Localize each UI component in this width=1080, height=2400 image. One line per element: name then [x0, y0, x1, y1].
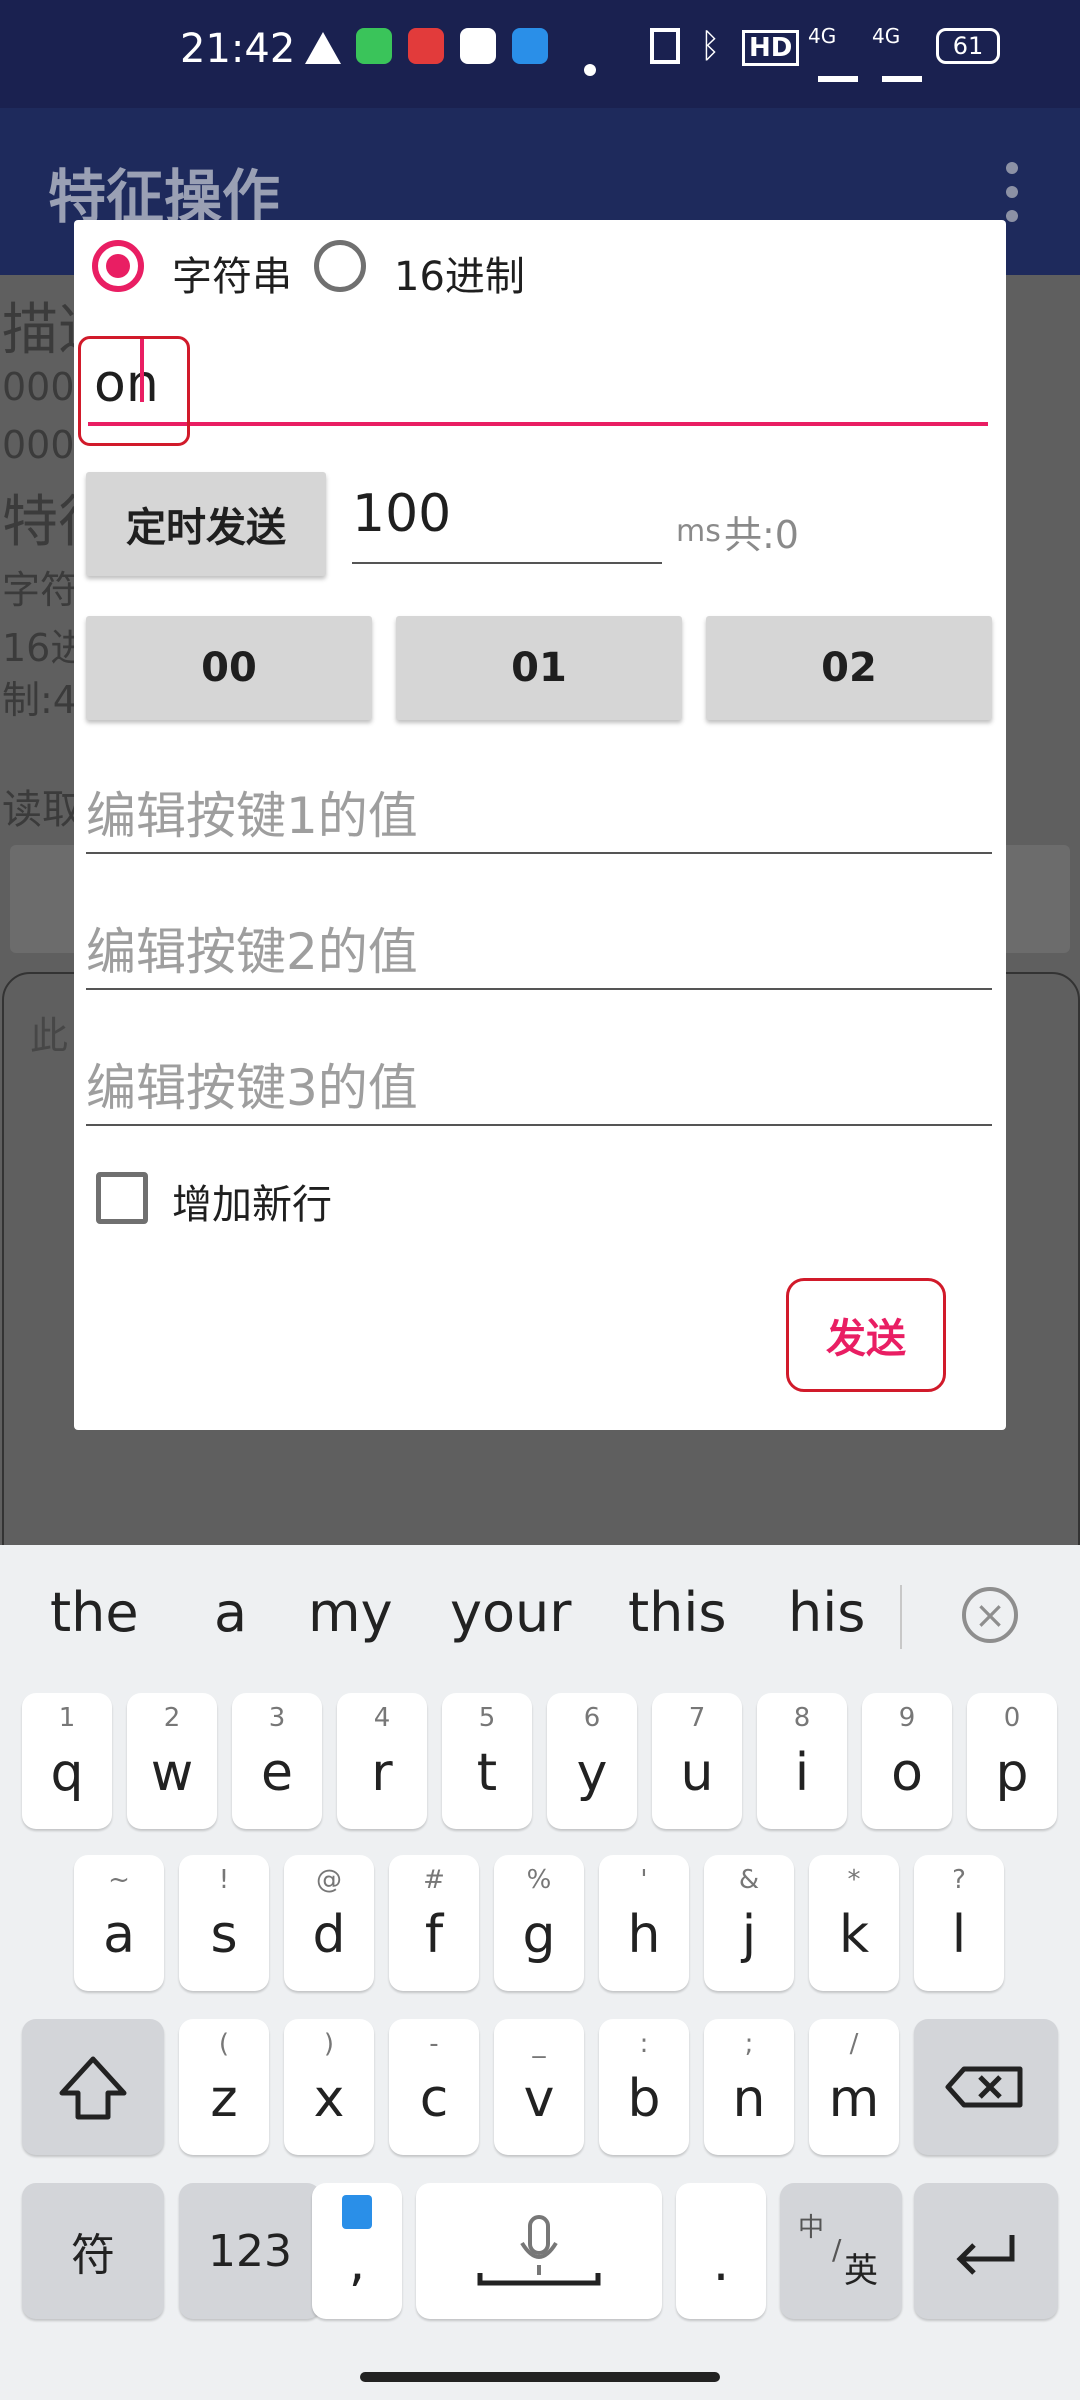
home-indicator[interactable]: [360, 2372, 720, 2382]
suggestion-1[interactable]: the: [50, 1581, 139, 1644]
numbers-key[interactable]: 123: [179, 2183, 321, 2319]
key-u[interactable]: 7u: [652, 1693, 742, 1829]
suggestion-divider: [900, 1585, 902, 1649]
key-g[interactable]: % g: [494, 1855, 584, 1991]
suggestion-3[interactable]: my: [308, 1581, 393, 1644]
send-dialog: 字符串 16进制 on 定时发送 100 ms 共:0 00 01 02 编辑按…: [74, 220, 1006, 1430]
bg-format-label: 制:4: [2, 678, 77, 722]
key-t[interactable]: 5t: [442, 1693, 532, 1829]
symbols-key[interactable]: 符: [22, 2183, 164, 2319]
key2-value-input[interactable]: 编辑按键2的值: [86, 912, 992, 990]
send-highlight-box: [786, 1278, 946, 1392]
key3-value-input[interactable]: 编辑按键3的值: [86, 1048, 992, 1126]
key-b[interactable]: :b: [599, 2019, 689, 2155]
radio-string-label[interactable]: 字符串: [172, 244, 292, 302]
key-i[interactable]: 8i: [757, 1693, 847, 1829]
battery-icon: 61: [936, 28, 1000, 64]
more-notifications-icon: [584, 64, 596, 76]
bg-string-label: 字符: [2, 568, 79, 612]
language-switch-key[interactable]: 中 / 英: [780, 2183, 902, 2319]
key-w[interactable]: 2w: [127, 1693, 217, 1829]
browser-notification-icon: [512, 28, 548, 64]
quick-key-button-3[interactable]: 02: [706, 616, 992, 720]
input-highlight-box: [78, 336, 190, 446]
key-e[interactable]: 3e: [232, 1693, 322, 1829]
radio-string[interactable]: [92, 240, 144, 292]
suggestion-2[interactable]: a: [214, 1581, 247, 1644]
key-a[interactable]: ~ a: [74, 1855, 164, 1991]
interval-input[interactable]: 100: [352, 482, 662, 564]
shift-icon: [59, 2056, 127, 2120]
key-h[interactable]: ' h: [599, 1855, 689, 1991]
status-time: 21:42: [180, 26, 296, 72]
key-m[interactable]: / m: [809, 2019, 899, 2155]
signal-label-2: 4G: [872, 24, 901, 48]
send-count-label: 共:0: [724, 513, 799, 557]
enter-icon: [956, 2235, 1015, 2275]
language-indicator-icon: [342, 2195, 372, 2229]
add-newline-checkbox[interactable]: [96, 1172, 148, 1224]
suggestion-6[interactable]: his: [788, 1581, 865, 1644]
key-x[interactable]: ) x: [284, 2019, 374, 2155]
key-q[interactable]: 1q: [22, 1693, 112, 1829]
close-suggestions-icon[interactable]: ×: [962, 1587, 1018, 1643]
quick-key-button-1[interactable]: 00: [86, 616, 372, 720]
key1-value-input[interactable]: 编辑按键1的值: [86, 776, 992, 854]
hd-icon: HD: [742, 30, 800, 66]
slash-glyph: /: [832, 2233, 842, 2266]
key-o[interactable]: 9o: [862, 1693, 952, 1829]
quick-key-button-2[interactable]: 01: [396, 616, 682, 720]
add-newline-label[interactable]: 增加新行: [172, 1172, 332, 1230]
ms-unit-label: ms: [676, 514, 721, 549]
key-r[interactable]: 4r: [337, 1693, 427, 1829]
period-key[interactable]: .: [676, 2183, 766, 2319]
shift-key[interactable]: [22, 2019, 164, 2155]
send-text-input[interactable]: on: [88, 340, 988, 426]
enter-key[interactable]: [914, 2183, 1058, 2319]
key-n[interactable]: ; n: [704, 2019, 794, 2155]
suggestion-bar: the a my your this his ×: [0, 1545, 1080, 1685]
space-key[interactable]: [416, 2183, 662, 2319]
bg-value-1: 000: [2, 365, 75, 409]
bg-read-label: 读取: [2, 787, 82, 833]
key-y[interactable]: 6y: [547, 1693, 637, 1829]
key-z[interactable]: (z: [179, 2019, 269, 2155]
key-c[interactable]: -c: [389, 2019, 479, 2155]
radio-hex[interactable]: [314, 240, 366, 292]
microphone-icon: [477, 2215, 601, 2286]
signal-label-1: 4G: [808, 24, 837, 48]
radio-hex-label[interactable]: 16进制: [394, 244, 525, 302]
bg-value-2: 000: [2, 423, 75, 467]
timer-send-button[interactable]: 定时发送: [86, 472, 326, 576]
comma-key[interactable]: ,: [312, 2183, 402, 2319]
warning-icon: [305, 32, 341, 64]
key-j[interactable]: & j: [704, 1855, 794, 1991]
news-notification-icon: [408, 28, 444, 64]
bluetooth-icon: ᛒ: [700, 26, 721, 66]
nfc-icon: [650, 28, 680, 64]
suggestion-5[interactable]: this: [628, 1581, 727, 1644]
backspace-icon: [945, 2066, 1023, 2108]
soft-keyboard: the a my your this his × 1q 2w 3e 4r 5t …: [0, 1545, 1080, 2400]
signal-icon-1: [818, 46, 858, 82]
key-l[interactable]: ? l: [914, 1855, 1004, 1991]
key-k[interactable]: * k: [809, 1855, 899, 1991]
key-f[interactable]: # f: [389, 1855, 479, 1991]
key-d[interactable]: @ d: [284, 1855, 374, 1991]
backspace-key[interactable]: [914, 2019, 1058, 2155]
baidu-notification-icon: [460, 28, 496, 64]
key-s[interactable]: ! s: [179, 1855, 269, 1991]
suggestion-4[interactable]: your: [450, 1581, 571, 1644]
overflow-menu-icon[interactable]: [1000, 162, 1024, 222]
status-bar: 21:42 ᛒ HD 4G 4G 61: [0, 0, 1080, 108]
key-p[interactable]: 0p: [967, 1693, 1057, 1829]
key-v[interactable]: _ v: [494, 2019, 584, 2155]
signal-icon-2: [882, 46, 922, 82]
app-notification-icon: [356, 28, 392, 64]
